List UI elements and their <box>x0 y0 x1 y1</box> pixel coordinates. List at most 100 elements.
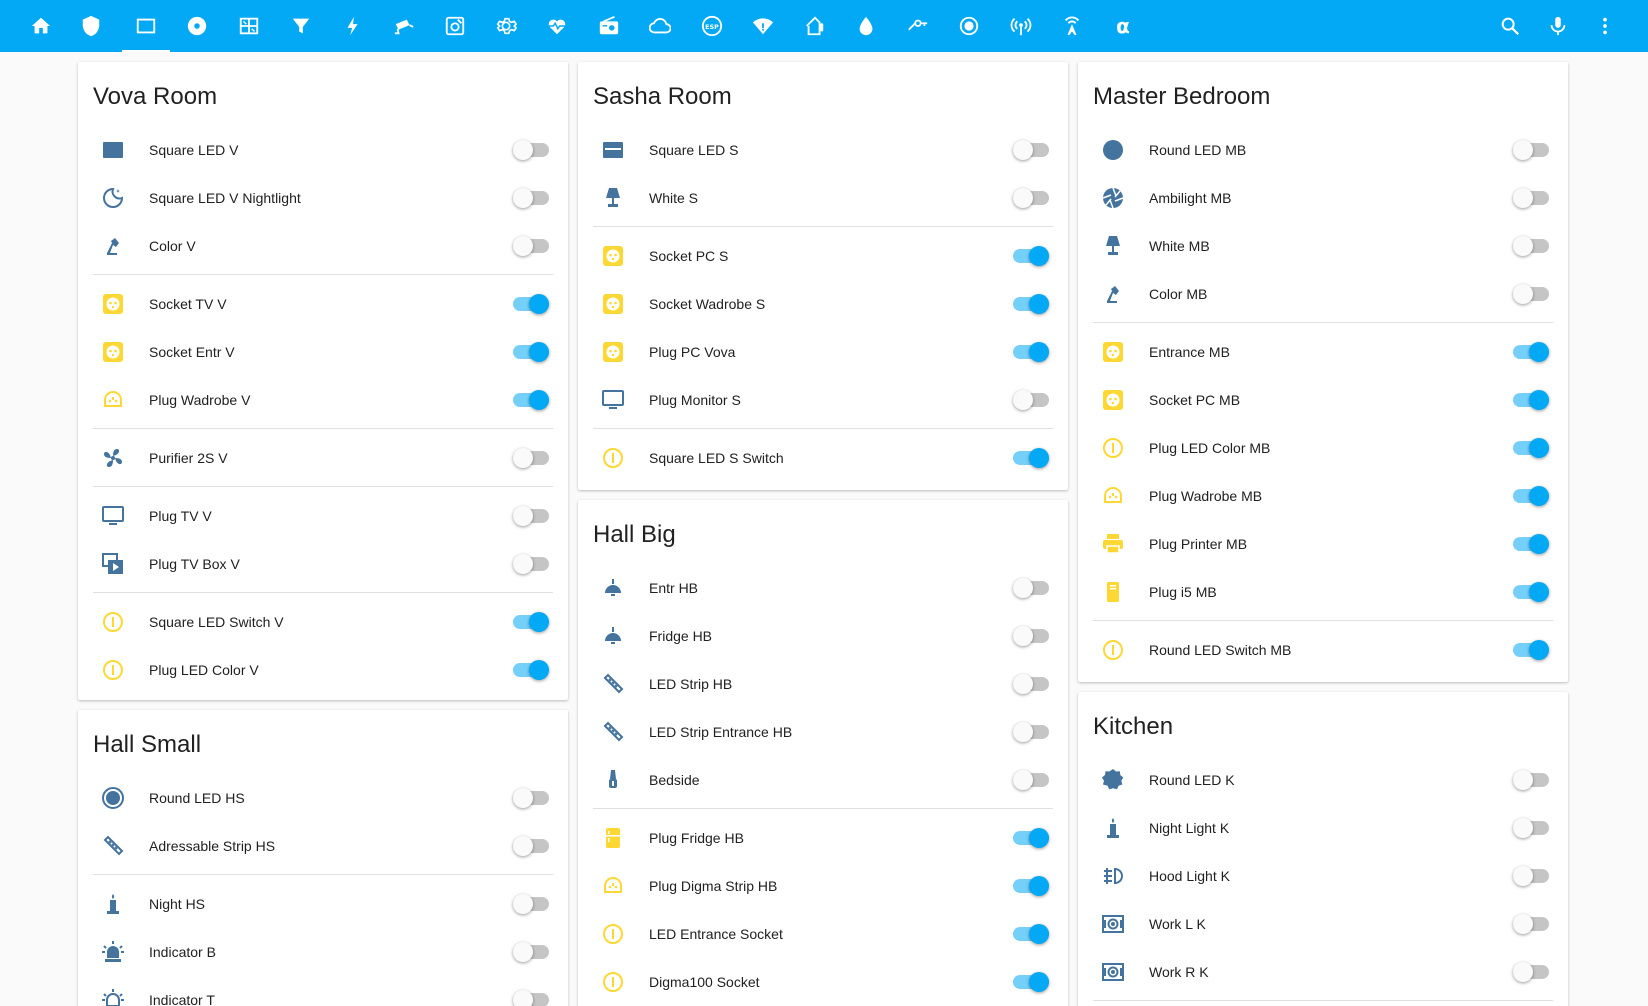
entity-toggle[interactable] <box>1513 770 1549 790</box>
entity-row[interactable]: Plug LED Color V <box>93 646 553 694</box>
home-icon[interactable] <box>17 0 65 52</box>
entity-toggle[interactable] <box>513 390 549 410</box>
entity-row[interactable]: Hood Light K <box>1093 852 1553 900</box>
entity-toggle[interactable] <box>1013 294 1049 314</box>
entity-toggle[interactable] <box>1013 770 1049 790</box>
entity-row[interactable]: Night Light K <box>1093 804 1553 852</box>
entity-row[interactable]: Night HS <box>93 880 553 928</box>
entity-row[interactable]: Plug TV V <box>93 492 553 540</box>
entity-toggle[interactable] <box>513 554 549 574</box>
entity-toggle[interactable] <box>1513 962 1549 982</box>
heart-pulse-icon[interactable] <box>533 0 581 52</box>
entity-toggle[interactable] <box>1513 866 1549 886</box>
alpha-tab[interactable]: α <box>1099 0 1147 52</box>
esphome-icon[interactable]: ESP <box>688 0 736 52</box>
entity-row[interactable]: Round LED Switch MB <box>1093 626 1553 674</box>
entity-row[interactable]: Entrance MB <box>1093 328 1553 376</box>
entity-row[interactable]: Plug Wadrobe V <box>93 376 553 424</box>
entity-row[interactable]: Adressable Strip HS <box>93 822 553 870</box>
lightning-icon[interactable] <box>329 0 377 52</box>
entity-toggle[interactable] <box>513 942 549 962</box>
entity-row[interactable]: Work R K <box>1093 948 1553 996</box>
settings-gear-icon[interactable] <box>482 0 530 52</box>
record-disc-icon[interactable] <box>173 0 221 52</box>
entity-toggle[interactable] <box>1013 246 1049 266</box>
entity-toggle[interactable] <box>1513 236 1549 256</box>
entity-toggle[interactable] <box>513 990 549 1006</box>
entity-row[interactable]: Socket Entr V <box>93 328 553 376</box>
entity-toggle[interactable] <box>1513 486 1549 506</box>
entity-toggle[interactable] <box>1013 876 1049 896</box>
entity-row[interactable]: Socket PC S <box>593 232 1053 280</box>
entity-toggle[interactable] <box>1513 582 1549 602</box>
entity-toggle[interactable] <box>1013 924 1049 944</box>
more-vertical-icon[interactable] <box>1583 0 1627 52</box>
access-point-icon[interactable] <box>997 0 1045 52</box>
entity-toggle[interactable] <box>1013 448 1049 468</box>
entity-toggle[interactable] <box>513 448 549 468</box>
entity-row[interactable]: White S <box>593 174 1053 222</box>
entity-row[interactable]: LED Strip Entrance HB <box>593 708 1053 756</box>
entity-toggle[interactable] <box>513 506 549 526</box>
entity-toggle[interactable] <box>513 836 549 856</box>
entity-row[interactable]: Round LED MB <box>1093 126 1553 174</box>
entity-row[interactable]: Plug PC Vova <box>593 328 1053 376</box>
entity-row[interactable]: Plug Digma Strip HB <box>593 862 1053 910</box>
entity-toggle[interactable] <box>513 660 549 680</box>
entity-row[interactable]: Square LED V Nightlight <box>93 174 553 222</box>
entity-row[interactable]: LED Strip HB <box>593 660 1053 708</box>
cloud-icon[interactable] <box>636 0 684 52</box>
entity-toggle[interactable] <box>1013 674 1049 694</box>
robot-vacuum-icon[interactable] <box>431 0 479 52</box>
entity-row[interactable]: Purifier 2S V <box>93 434 553 482</box>
entity-row[interactable]: Plug i5 MB <box>1093 568 1553 616</box>
entity-row[interactable]: Bedside <box>593 756 1053 804</box>
entity-toggle[interactable] <box>1513 640 1549 660</box>
water-drop-icon[interactable] <box>842 0 890 52</box>
entity-toggle[interactable] <box>1513 438 1549 458</box>
entity-toggle[interactable] <box>1513 534 1549 554</box>
entity-toggle[interactable] <box>1013 626 1049 646</box>
entity-toggle[interactable] <box>513 188 549 208</box>
entity-row[interactable]: Socket TV V <box>93 280 553 328</box>
microphone-icon[interactable] <box>1536 0 1580 52</box>
entity-toggle[interactable] <box>1013 578 1049 598</box>
filter-icon[interactable] <box>277 0 325 52</box>
entity-toggle[interactable] <box>513 342 549 362</box>
entity-row[interactable]: Square LED V <box>93 126 553 174</box>
entity-row[interactable]: Round LED HS <box>93 774 553 822</box>
entity-toggle[interactable] <box>1013 828 1049 848</box>
entity-row[interactable]: Square LED S <box>593 126 1053 174</box>
entity-toggle[interactable] <box>513 612 549 632</box>
entity-row[interactable]: Plug Monitor S <box>593 376 1053 424</box>
entity-row[interactable]: LED Entrance Socket <box>593 910 1053 958</box>
entity-row[interactable]: Plug LED Color MB <box>1093 424 1553 472</box>
entity-row[interactable]: Indicator T <box>93 976 553 1006</box>
entity-toggle[interactable] <box>1013 722 1049 742</box>
key-link-icon[interactable] <box>894 0 942 52</box>
entity-row[interactable]: Plug Wadrobe MB <box>1093 472 1553 520</box>
entity-toggle[interactable] <box>513 894 549 914</box>
entity-toggle[interactable] <box>1513 188 1549 208</box>
entity-row[interactable]: Work L K <box>1093 900 1553 948</box>
entity-toggle[interactable] <box>1513 818 1549 838</box>
entity-row[interactable]: Socket Wadrobe S <box>593 280 1053 328</box>
entity-row[interactable]: Entr HB <box>593 564 1053 612</box>
entity-toggle[interactable] <box>513 294 549 314</box>
radio-icon[interactable] <box>585 0 633 52</box>
entity-row[interactable]: Plug TV Box V <box>93 540 553 588</box>
entity-row[interactable]: Indicator B <box>93 928 553 976</box>
shield-icon[interactable] <box>67 0 115 52</box>
entity-toggle[interactable] <box>1013 188 1049 208</box>
entity-row[interactable]: Ambilight MB <box>1093 174 1553 222</box>
entity-toggle[interactable] <box>513 236 549 256</box>
entity-toggle[interactable] <box>1013 342 1049 362</box>
entity-row[interactable]: Plug Fridge HB <box>593 814 1053 862</box>
cctv-camera-icon[interactable] <box>380 0 428 52</box>
entity-row[interactable]: Fridge HB <box>593 612 1053 660</box>
entity-toggle[interactable] <box>513 788 549 808</box>
ceiling-tiles-icon[interactable] <box>225 0 273 52</box>
entity-row[interactable]: Round LED K <box>1093 756 1553 804</box>
wifi-alert-icon[interactable] <box>739 0 787 52</box>
entity-toggle[interactable] <box>1513 140 1549 160</box>
